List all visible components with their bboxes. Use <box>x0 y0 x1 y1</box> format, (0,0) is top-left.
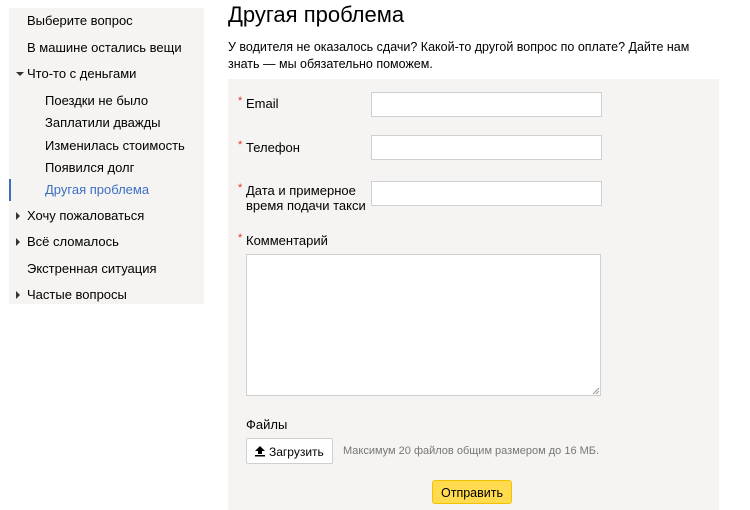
sidebar-item-money-problem[interactable]: Что-то с деньгами <box>27 63 136 85</box>
resize-grip-icon[interactable] <box>592 387 600 395</box>
email-field[interactable] <box>371 92 602 117</box>
sidebar-subitem-price-changed[interactable]: Изменилась стоимость <box>45 135 185 157</box>
caret-right-icon <box>16 212 20 220</box>
caret-down-icon <box>16 72 24 76</box>
phone-label: Телефон <box>246 140 300 155</box>
sidebar-item-choose-question[interactable]: Выберите вопрос <box>27 10 133 32</box>
sidebar-subitem-no-ride[interactable]: Поездки не было <box>45 90 148 112</box>
sidebar-item-emergency[interactable]: Экстренная ситуация <box>27 258 157 280</box>
files-hint: Максимум 20 файлов общим размером до 16 … <box>343 445 600 457</box>
caret-right-icon <box>16 238 20 246</box>
datetime-field[interactable] <box>371 181 602 206</box>
sidebar-item-faq[interactable]: Частые вопросы <box>27 284 127 306</box>
sidebar-subitem-debt-appeared[interactable]: Появился долг <box>45 157 134 179</box>
comment-label: Комментарий <box>246 233 328 248</box>
page-title: Другая проблема <box>228 2 405 27</box>
sidebar-item-complaint[interactable]: Хочу пожаловаться <box>27 205 144 227</box>
phone-field[interactable] <box>371 135 602 160</box>
sidebar-subitem-paid-twice[interactable]: Заплатили дважды <box>45 112 161 134</box>
comment-textarea[interactable] <box>246 254 601 396</box>
datetime-label-line1: Дата и примерное <box>246 183 356 198</box>
datetime-label-line2: время подачи такси <box>246 198 366 213</box>
upload-icon <box>255 446 265 457</box>
sidebar-subitem-other-problem[interactable]: Другая проблема <box>45 179 149 201</box>
files-label: Файлы <box>246 417 288 432</box>
required-mark: * <box>238 139 243 151</box>
sidebar-nav: Выберите вопрос В машине остались вещи Ч… <box>9 8 204 304</box>
required-mark: * <box>238 232 243 244</box>
required-mark: * <box>238 95 243 107</box>
upload-button[interactable]: Загрузить <box>246 438 333 464</box>
caret-right-icon <box>16 291 20 299</box>
intro-text: У водителя не оказалось сдачи? Какой-то … <box>228 40 690 71</box>
sidebar-item-everything-broke[interactable]: Всё сломалось <box>27 231 119 253</box>
submit-button[interactable]: Отправить <box>432 480 512 504</box>
comment-textarea-wrapper <box>246 254 601 396</box>
active-indicator <box>9 179 11 201</box>
email-label: Email <box>246 96 279 111</box>
required-mark: * <box>238 182 243 194</box>
sidebar-item-items-left-in-car[interactable]: В машине остались вещи <box>27 37 182 59</box>
upload-button-label: Загрузить <box>269 445 324 459</box>
